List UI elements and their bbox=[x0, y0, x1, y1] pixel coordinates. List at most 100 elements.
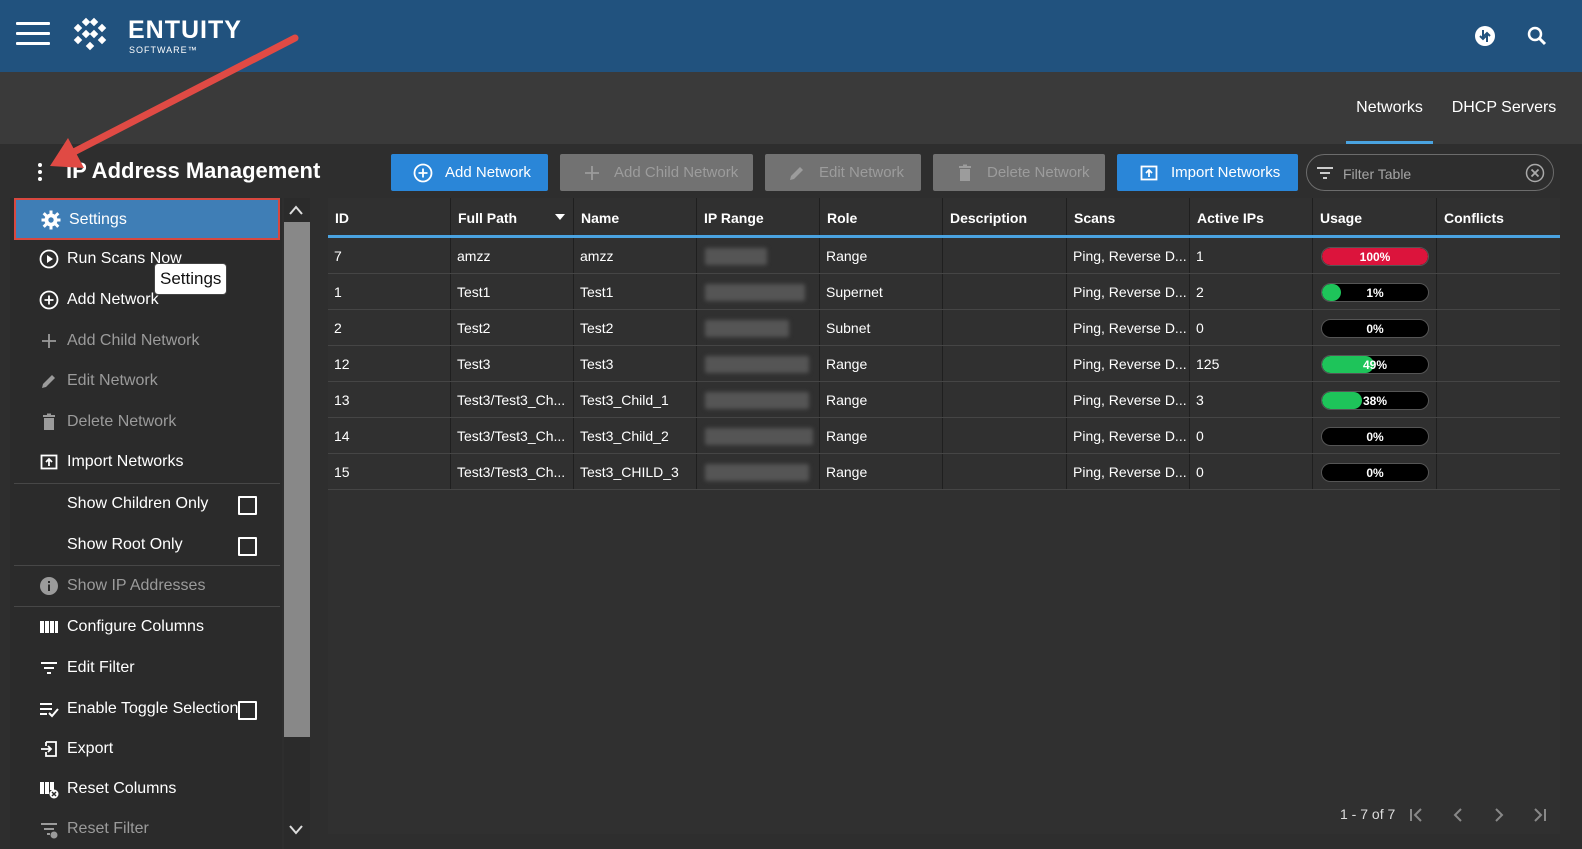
menu-item-settings[interactable]: Settings bbox=[14, 198, 280, 240]
delete-network-button[interactable]: Delete Network bbox=[933, 154, 1105, 191]
tab-networks[interactable]: Networks bbox=[1346, 98, 1433, 144]
menu-item-configure-columns[interactable]: Configure Columns bbox=[14, 607, 280, 647]
last-page-icon[interactable] bbox=[1530, 805, 1550, 825]
column-header-conflicts[interactable]: Conflicts bbox=[1437, 198, 1560, 236]
cell-active-ips: 0 bbox=[1190, 310, 1313, 345]
menu-label-settings: Settings bbox=[69, 211, 127, 228]
column-header-active-ips[interactable]: Active IPs bbox=[1190, 198, 1313, 236]
column-header-name[interactable]: Name bbox=[574, 198, 697, 236]
cell-conflicts bbox=[1437, 418, 1560, 453]
column-header-full-path[interactable]: Full Path bbox=[451, 198, 574, 236]
cell-full-path: Test1 bbox=[451, 274, 574, 309]
cell-role: Range bbox=[820, 346, 943, 381]
clear-filter-icon[interactable] bbox=[1525, 163, 1545, 183]
chevron-down-icon[interactable] bbox=[288, 824, 304, 836]
cell-description bbox=[943, 346, 1067, 381]
menu-item-reset-columns[interactable]: Reset Columns bbox=[14, 769, 280, 809]
usage-percent: 49% bbox=[1362, 358, 1388, 372]
menu-item-show-root-only[interactable]: Show Root Only bbox=[14, 525, 280, 565]
import-icon bbox=[40, 454, 58, 470]
cell-conflicts bbox=[1437, 274, 1560, 309]
column-header-description[interactable]: Description bbox=[943, 198, 1067, 236]
table-row[interactable]: 2 Test2 Test2 Subnet Ping, Reverse D... 0 0% bbox=[328, 310, 1560, 346]
cell-name: Test3 bbox=[574, 346, 697, 381]
table-row[interactable]: 15 Test3/Test3_Ch... Test3_CHILD_3 Range Pin… bbox=[328, 454, 1560, 490]
redacted-ip-range bbox=[705, 356, 809, 373]
columns-icon bbox=[40, 621, 58, 633]
import-networks-label: Import Networks bbox=[1171, 164, 1281, 181]
table-row[interactable]: 7 amzz amzz Range Ping, Reverse D... 1 100% bbox=[328, 238, 1560, 274]
plus-icon bbox=[585, 165, 599, 180]
menu-item-show-ip-addresses[interactable]: Show IP Addresses bbox=[14, 566, 280, 606]
column-header-ip-range[interactable]: IP Range bbox=[697, 198, 820, 236]
menu-label-reset-columns: Reset Columns bbox=[67, 780, 177, 797]
entuity-logo-icon bbox=[73, 17, 107, 51]
column-header-scans[interactable]: Scans bbox=[1067, 198, 1190, 236]
cell-active-ips: 2 bbox=[1190, 274, 1313, 309]
cell-usage: 38% bbox=[1313, 382, 1437, 417]
cell-ip-range bbox=[697, 382, 820, 417]
cell-id: 1 bbox=[328, 274, 451, 309]
column-header-id[interactable]: ID bbox=[328, 198, 451, 236]
next-page-icon[interactable] bbox=[1489, 805, 1509, 825]
menu-item-run-scans-now[interactable]: Run Scans Now bbox=[14, 239, 280, 279]
cell-usage: 100% bbox=[1313, 238, 1437, 273]
cell-description bbox=[943, 310, 1067, 345]
table-row[interactable]: 12 Test3 Test3 Range Ping, Reverse D... 125 49… bbox=[328, 346, 1560, 382]
edit-network-button[interactable]: Edit Network bbox=[765, 154, 921, 191]
table-row[interactable]: 14 Test3/Test3_Ch... Test3_Child_2 Range Pin… bbox=[328, 418, 1560, 454]
column-header-full-path-label: Full Path bbox=[458, 210, 518, 226]
reset-filter-icon bbox=[41, 823, 58, 839]
search-icon[interactable] bbox=[1525, 24, 1549, 48]
menu-item-export[interactable]: Export bbox=[14, 729, 280, 769]
column-header-role[interactable]: Role bbox=[820, 198, 943, 236]
usage-percent: 100% bbox=[1359, 250, 1391, 264]
menu-scrollbar-thumb[interactable] bbox=[284, 222, 310, 737]
menu-item-delete-network[interactable]: Delete Network bbox=[14, 402, 280, 442]
menu-item-edit-network[interactable]: Edit Network bbox=[14, 361, 280, 401]
cell-full-path: amzz bbox=[451, 238, 574, 273]
cell-role: Range bbox=[820, 238, 943, 273]
menu-label-reset-filter: Reset Filter bbox=[67, 820, 149, 837]
usage-percent: 0% bbox=[1366, 430, 1384, 444]
import-networks-button[interactable]: Import Networks bbox=[1117, 154, 1298, 191]
cell-id: 14 bbox=[328, 418, 451, 453]
hamburger-menu-icon[interactable] bbox=[16, 22, 50, 48]
sync-icon[interactable] bbox=[1473, 24, 1497, 48]
filter-table-field[interactable] bbox=[1306, 154, 1554, 191]
cell-description bbox=[943, 274, 1067, 309]
menu-item-add-network[interactable]: Add Network bbox=[14, 280, 280, 320]
filter-table-input[interactable] bbox=[1341, 163, 1525, 185]
toggle-selection-icon bbox=[40, 703, 59, 718]
menu-item-edit-filter[interactable]: Edit Filter bbox=[14, 648, 280, 688]
show-root-only-checkbox[interactable] bbox=[238, 537, 257, 556]
first-page-icon[interactable] bbox=[1406, 805, 1426, 825]
cell-usage: 0% bbox=[1313, 310, 1437, 345]
menu-item-enable-toggle-selection[interactable]: Enable Toggle Selection bbox=[14, 689, 280, 729]
table-row[interactable]: 1 Test1 Test1 Supernet Ping, Reverse D... 2 1% bbox=[328, 274, 1560, 310]
delete-network-label: Delete Network bbox=[987, 164, 1090, 181]
column-header-usage[interactable]: Usage bbox=[1313, 198, 1437, 236]
add-network-button[interactable]: Add Network bbox=[391, 154, 548, 191]
chevron-up-icon[interactable] bbox=[288, 204, 304, 216]
menu-label-enable-toggle-selection: Enable Toggle Selection bbox=[67, 700, 239, 717]
menu-item-show-children-only[interactable]: Show Children Only bbox=[14, 484, 280, 524]
usage-bar: 38% bbox=[1321, 391, 1429, 410]
table-row[interactable]: 13 Test3/Test3_Ch... Test3_Child_1 Range Pin… bbox=[328, 382, 1560, 418]
show-children-only-checkbox[interactable] bbox=[238, 496, 257, 515]
menu-item-import-networks[interactable]: Import Networks bbox=[14, 442, 280, 482]
menu-item-add-child-network[interactable]: Add Child Network bbox=[14, 321, 280, 361]
previous-page-icon[interactable] bbox=[1448, 805, 1468, 825]
usage-percent: 38% bbox=[1362, 394, 1388, 408]
menu-item-reset-filter[interactable]: Reset Filter bbox=[14, 809, 280, 849]
menu-label-import-networks: Import Networks bbox=[67, 453, 184, 470]
cell-id: 7 bbox=[328, 238, 451, 273]
pencil-icon bbox=[790, 166, 803, 180]
play-circle-icon bbox=[39, 249, 59, 269]
enable-toggle-selection-checkbox[interactable] bbox=[238, 701, 257, 720]
cell-role: Subnet bbox=[820, 310, 943, 345]
add-child-network-button[interactable]: Add Child Network bbox=[560, 154, 753, 191]
plus-circle-icon bbox=[39, 290, 59, 310]
tab-dhcp-servers[interactable]: DHCP Servers bbox=[1450, 98, 1558, 144]
more-options-icon[interactable] bbox=[36, 163, 44, 185]
